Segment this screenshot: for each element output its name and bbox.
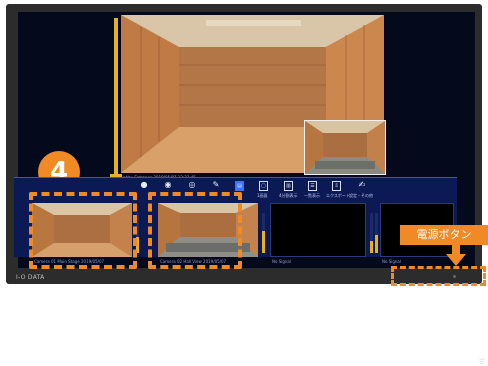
settings-icon[interactable]: ✍ xyxy=(357,180,367,190)
power-button-callout: 電源ボタン xyxy=(400,225,488,245)
menu-icon[interactable]: ☰ xyxy=(479,359,487,366)
single-view-icon[interactable]: ▢ xyxy=(259,181,268,191)
power-button-area[interactable] xyxy=(391,266,486,286)
grid-view-label: 4分割表示 xyxy=(279,193,298,198)
settings-label: 設定・その他 xyxy=(349,193,373,198)
highlight-thumbnail-2 xyxy=(148,192,242,269)
export-label: エクスポート xyxy=(326,193,350,198)
tools-icon[interactable]: ✎ xyxy=(211,180,221,190)
layout-icon[interactable]: ▤ xyxy=(235,181,244,191)
thumbnail-3-caption: No Signal xyxy=(272,259,291,264)
grid-view-icon[interactable]: ▥ xyxy=(284,181,293,191)
camera-icon[interactable]: ◉ xyxy=(163,180,173,190)
volume-meter xyxy=(114,18,118,176)
single-view-label: 1画面 xyxy=(257,193,268,198)
thumbnail-2-level-meter xyxy=(262,213,265,253)
brand-logo: I-O DATA xyxy=(16,274,45,281)
playback-icon[interactable]: ◎ xyxy=(187,180,197,190)
highlight-thumbnail-1 xyxy=(29,192,137,269)
record-icon[interactable]: ● xyxy=(139,180,149,190)
thumbnail-3-level-meter xyxy=(370,213,373,253)
picture-in-picture-feed[interactable] xyxy=(304,120,386,175)
export-icon[interactable]: ⇩ xyxy=(332,181,341,191)
list-view-icon[interactable]: ☰ xyxy=(308,181,317,191)
camera-thumbnail-3[interactable] xyxy=(270,203,366,257)
thumbnail-4-caption: No Signal xyxy=(382,259,401,264)
list-view-label: 一覧表示 xyxy=(304,193,320,198)
thumbnail-4-level-meter xyxy=(375,213,378,253)
power-button-icon[interactable] xyxy=(453,275,456,278)
pip-scene xyxy=(305,121,385,174)
callout-arrow-icon xyxy=(446,254,466,266)
